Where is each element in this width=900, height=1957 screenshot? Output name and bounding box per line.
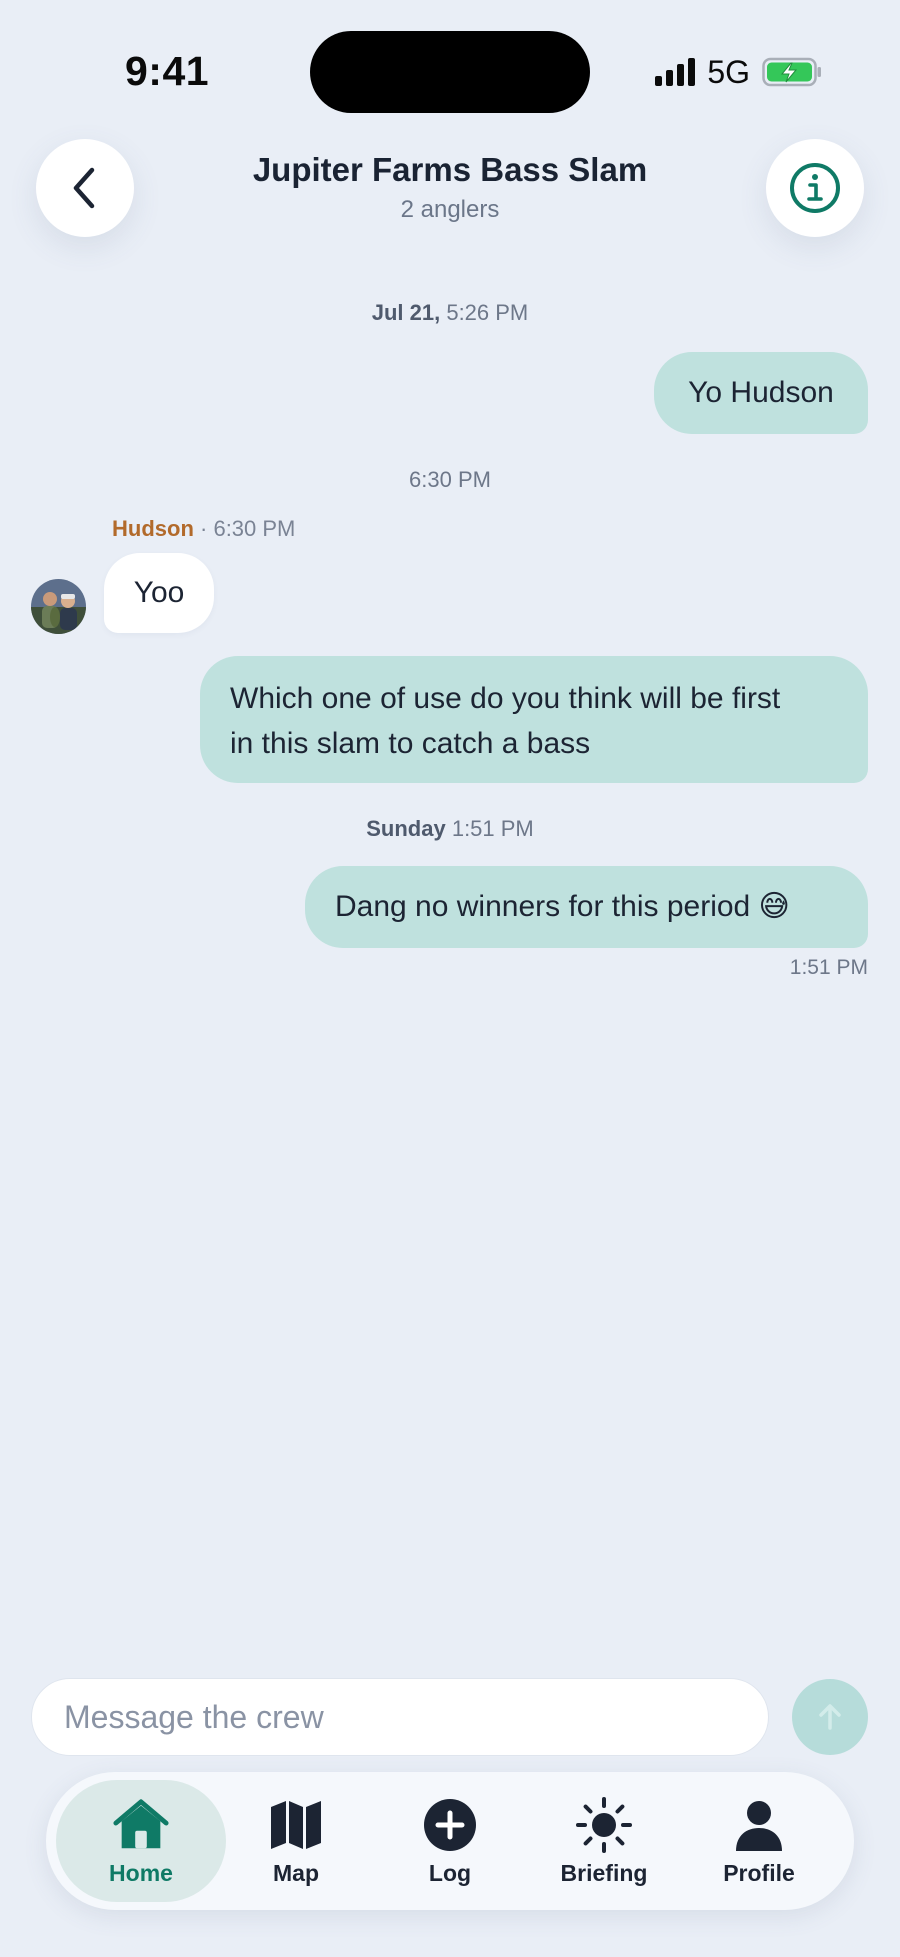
outgoing-message[interactable]: Which one of use do you think will be fi… [200, 656, 868, 783]
member-count: 2 anglers [400, 196, 500, 223]
message-time: · 6:30 PM [200, 516, 296, 541]
status-indicators: 5G [655, 52, 822, 92]
separator-time: 5:26 PM [446, 300, 529, 325]
chat-date-separator: Jul 21, 5:26 PM [0, 300, 900, 326]
tab-log[interactable]: Log [365, 1780, 535, 1902]
message-input[interactable] [62, 1697, 738, 1737]
plus-circle-icon [421, 1796, 479, 1854]
separator-day: Sunday [366, 816, 446, 841]
message-text: Dang no winners for this period 😅 [335, 890, 790, 923]
tab-map[interactable]: Map [211, 1780, 381, 1902]
tab-bar: Home Map Log Briefing Profile [46, 1772, 854, 1910]
sun-icon [575, 1796, 633, 1854]
avatar-photo [31, 579, 86, 634]
chat-screen: 9:41 5G Jupiter Farms Bass Slam 2 angler… [0, 0, 900, 1957]
arrow-up-icon [819, 1704, 841, 1730]
network-type: 5G [707, 53, 750, 90]
info-icon [790, 163, 840, 213]
message-text-line: Which one of use do you think will be fi… [230, 682, 781, 715]
separator-day: Jul 21, [371, 300, 441, 325]
separator-time: 1:51 PM [451, 816, 534, 841]
info-button[interactable] [766, 139, 864, 237]
sender-line: Hudson · 6:30 PM [112, 516, 295, 542]
tab-home[interactable]: Home [56, 1780, 226, 1902]
chevron-left-icon [73, 167, 95, 209]
person-icon [730, 1796, 788, 1854]
incoming-message[interactable]: Yoo [104, 553, 214, 633]
message-text: Yo Hudson [688, 376, 834, 409]
outgoing-message[interactable]: Dang no winners for this period 😅 [305, 866, 868, 948]
cellular-signal-icon [655, 58, 696, 86]
tab-label: Log [428, 1859, 472, 1886]
tab-profile[interactable]: Profile [674, 1780, 844, 1902]
avatar[interactable] [31, 579, 86, 634]
separator-time: 6:30 PM [409, 467, 491, 492]
message-composer [31, 1678, 769, 1756]
message-text-line: in this slam to catch a bass [230, 727, 591, 760]
sender-name: Hudson [112, 516, 194, 541]
send-button[interactable] [792, 1679, 868, 1755]
message-text: Yoo [133, 576, 185, 609]
battery-charging-icon [762, 57, 821, 87]
tab-briefing[interactable]: Briefing [519, 1780, 689, 1902]
message-delivered-time: 1:51 PM [789, 956, 868, 979]
dynamic-island [310, 31, 590, 113]
tab-label: Profile [723, 1859, 795, 1886]
tab-label: Home [109, 1859, 173, 1886]
map-icon [267, 1796, 325, 1854]
chat-time-separator: 6:30 PM [0, 467, 900, 493]
home-icon [112, 1796, 170, 1854]
chat-title: Jupiter Farms Bass Slam [252, 151, 648, 188]
tab-label: Map [273, 1859, 319, 1886]
tab-label: Briefing [560, 1859, 648, 1886]
status-time: 9:41 [125, 48, 210, 94]
outgoing-message[interactable]: Yo Hudson [654, 352, 868, 434]
back-button[interactable] [36, 139, 134, 237]
chat-date-separator: Sunday 1:51 PM [0, 816, 900, 842]
